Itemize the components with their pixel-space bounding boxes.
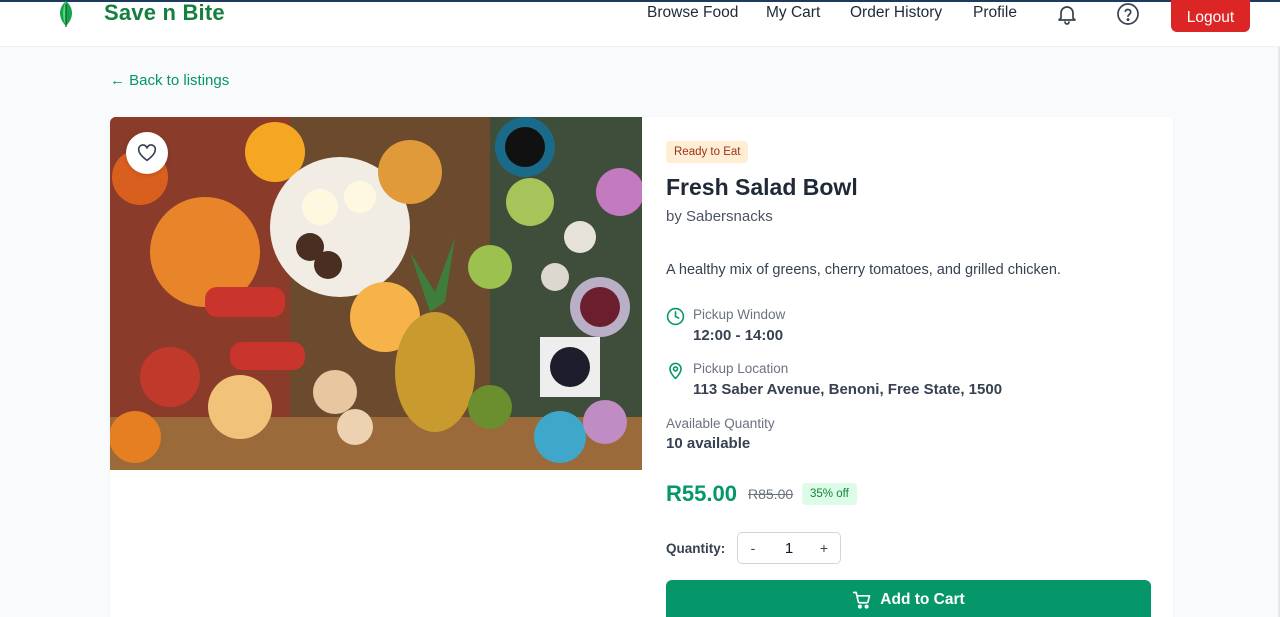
- food-image: [110, 117, 642, 470]
- nav-browse-food[interactable]: Browse Food: [647, 4, 738, 22]
- leaf-icon: [60, 1, 72, 27]
- increment-button[interactable]: +: [809, 533, 839, 563]
- listing-title: Fresh Salad Bowl: [666, 174, 858, 200]
- quantity-stepper: - +: [737, 532, 841, 564]
- available-quantity-label: Available Quantity: [666, 416, 775, 431]
- logout-button[interactable]: Logout: [1171, 0, 1250, 32]
- add-to-cart-label: Add to Cart: [880, 591, 965, 608]
- decrement-button[interactable]: -: [738, 533, 768, 563]
- listing-description: A healthy mix of greens, cherry tomatoes…: [666, 262, 1061, 278]
- nav-profile[interactable]: Profile: [973, 4, 1017, 22]
- quantity-label: Quantity:: [666, 541, 726, 556]
- nav-my-cart[interactable]: My Cart: [766, 4, 820, 22]
- status-badge: Ready to Eat: [666, 141, 749, 163]
- quantity-input[interactable]: [771, 533, 807, 563]
- cart-icon: [853, 591, 871, 609]
- pickup-location-value: 113 Saber Avenue, Benoni, Free State, 15…: [693, 381, 1003, 398]
- pickup-window-label: Pickup Window: [693, 307, 786, 322]
- available-quantity-value: 10 available: [666, 435, 751, 452]
- original-price: R85.00: [748, 486, 794, 502]
- help-icon[interactable]: [1116, 2, 1140, 26]
- discount-badge: 35% off: [802, 483, 857, 505]
- favorite-button[interactable]: [126, 132, 168, 174]
- bell-icon[interactable]: [1055, 2, 1079, 26]
- current-price: R55.00: [666, 481, 737, 506]
- heart-icon: [137, 144, 157, 162]
- vendor-name: by Sabersnacks: [666, 208, 773, 225]
- pickup-window-value: 12:00 - 14:00: [693, 327, 784, 344]
- back-to-listings-link[interactable]: ← Back to listings: [110, 72, 229, 89]
- top-navbar: Save n Bite Browse Food My Cart Order Hi…: [0, 0, 1280, 47]
- nav-order-history[interactable]: Order History: [850, 4, 942, 22]
- brand-name: Save n Bite: [104, 0, 225, 25]
- pickup-location-label: Pickup Location: [693, 361, 789, 376]
- add-to-cart-button[interactable]: Add to Cart: [666, 580, 1151, 617]
- food-spread-photo: [110, 117, 642, 470]
- clock-icon: [666, 307, 685, 326]
- brand-logo[interactable]: Save n Bite: [56, 0, 225, 28]
- listing-card: Ready to Eat Fresh Salad Bowl by Sabersn…: [110, 117, 1173, 617]
- location-pin-icon: [669, 362, 682, 380]
